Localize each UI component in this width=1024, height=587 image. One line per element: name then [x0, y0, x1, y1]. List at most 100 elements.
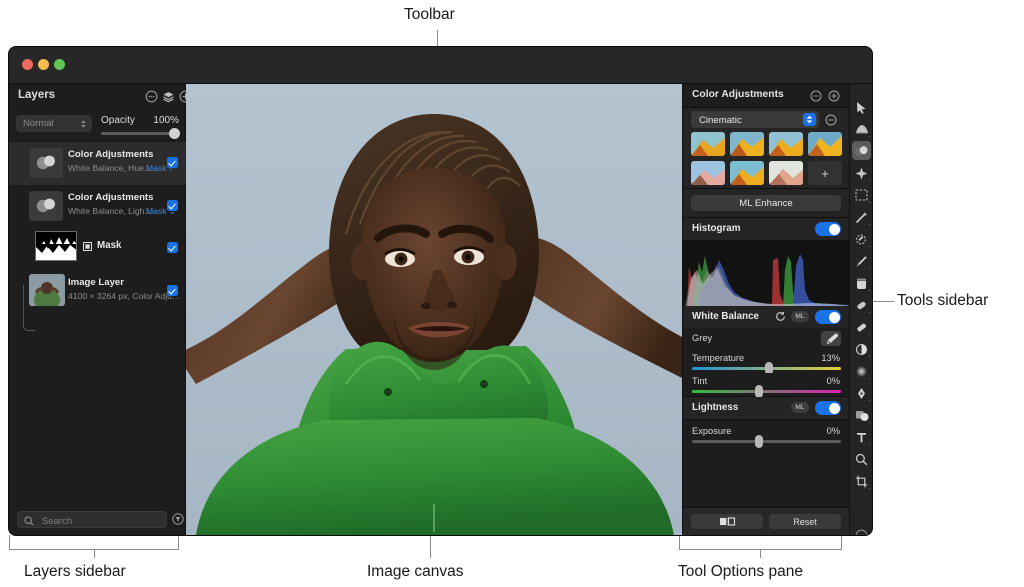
- filter-circle-icon[interactable]: [172, 513, 184, 525]
- retouch-tool[interactable]: [850, 118, 872, 140]
- preset-select[interactable]: Cinematic: [691, 111, 819, 128]
- ml-enhance-button[interactable]: ML Enhance: [691, 195, 841, 211]
- zoom-tool[interactable]: [850, 448, 872, 470]
- stepper-icon[interactable]: [80, 119, 87, 129]
- search-icon: [24, 516, 34, 526]
- exposure-slider-block: Exposure 0%: [683, 420, 849, 446]
- temperature-value: 13%: [821, 353, 840, 363]
- stack-icon[interactable]: [162, 90, 175, 103]
- color-adjustments-icon: [36, 154, 57, 172]
- ellipsis-circle-icon[interactable]: [145, 90, 158, 103]
- app-window: – + Jayden: [9, 47, 872, 535]
- effects-star-tool[interactable]: [850, 162, 872, 184]
- layer-row-image[interactable]: Image Layer 4100 × 3264 px, Color Adju…: [9, 268, 186, 314]
- opacity-slider-knob[interactable]: [169, 128, 180, 139]
- marquee-select-tool[interactable]: [850, 184, 872, 206]
- preset-thumbnail[interactable]: [769, 132, 803, 156]
- tool-badge-dot: [869, 378, 871, 380]
- leader-toolbar: [437, 30, 438, 47]
- lightness-ml-badge[interactable]: ML: [791, 402, 809, 413]
- histogram-display: [683, 240, 849, 306]
- layer-row-color-adjustments-2[interactable]: Color Adjustments White Balance, Ligh… M…: [9, 185, 186, 228]
- layers-list: Color Adjustments White Balance, Hue… Ma…: [9, 142, 186, 314]
- layer-subtitle: White Balance, Hue…: [68, 163, 153, 173]
- image-canvas[interactable]: [186, 84, 682, 535]
- layer-row-color-adjustments-1[interactable]: Color Adjustments White Balance, Hue… Ma…: [9, 142, 186, 185]
- leader-canvas: [430, 536, 431, 558]
- annotation-toolbar: Toolbar: [404, 6, 455, 24]
- histogram-toggle[interactable]: [815, 222, 841, 236]
- crop-tool[interactable]: [850, 470, 872, 492]
- opacity-label: Opacity: [101, 115, 135, 126]
- compare-split-button[interactable]: [691, 514, 763, 529]
- search-input[interactable]: Search: [17, 511, 167, 528]
- layer-thumbnail: [29, 148, 63, 178]
- brush-tool[interactable]: [850, 250, 872, 272]
- tool-badge-dot: [869, 202, 871, 204]
- arrow-select-tool[interactable]: [850, 96, 872, 118]
- reset-circle-icon[interactable]: [775, 311, 786, 322]
- exposure-label: Exposure: [692, 426, 731, 436]
- ml-enhance-section: ML Enhance: [683, 189, 849, 217]
- dodge-burn-tool[interactable]: [850, 338, 872, 360]
- eyedropper-button[interactable]: [821, 331, 841, 346]
- text-tool[interactable]: [850, 426, 872, 448]
- preset-select-row: Cinematic: [683, 108, 849, 132]
- annotation-image-canvas: Image canvas: [367, 563, 464, 581]
- histogram-label: Histogram: [692, 223, 740, 234]
- layer-row-mask[interactable]: Mask: [9, 228, 186, 268]
- add-circle-icon[interactable]: [828, 90, 840, 102]
- preset-thumbnail[interactable]: [769, 161, 803, 185]
- ellipsis-circle-icon[interactable]: [810, 90, 822, 102]
- more-tools-icon[interactable]: [850, 524, 872, 535]
- quick-selection-tool[interactable]: [850, 228, 872, 250]
- mask-visibility-checkbox[interactable]: [167, 242, 178, 253]
- white-balance-label: White Balance: [692, 311, 759, 322]
- layers-panel-header: Layers: [9, 84, 186, 110]
- temperature-label: Temperature: [692, 353, 744, 363]
- preset-thumbnail[interactable]: [730, 132, 764, 156]
- layer-visibility-checkbox[interactable]: [167, 200, 178, 211]
- minus-circle-icon[interactable]: [825, 114, 837, 126]
- preset-thumbnail[interactable]: [691, 132, 725, 156]
- white-balance-toggle[interactable]: [815, 310, 841, 324]
- exposure-slider-knob[interactable]: [755, 435, 763, 448]
- color-adjustments-tool[interactable]: [850, 140, 872, 162]
- layers-panel-title: Layers: [18, 89, 55, 101]
- magic-wand-tool[interactable]: [850, 206, 872, 228]
- tint-slider-track[interactable]: [692, 390, 841, 393]
- color-adjustments-icon: [36, 197, 57, 215]
- opacity-slider-track[interactable]: [101, 132, 179, 135]
- layer-visibility-checkbox[interactable]: [167, 285, 178, 296]
- shape-tool[interactable]: [850, 404, 872, 426]
- preset-thumbnail[interactable]: [730, 161, 764, 185]
- white-balance-ml-badge[interactable]: ML: [791, 311, 809, 322]
- stepper-icon[interactable]: [803, 113, 816, 126]
- reset-button[interactable]: Reset: [769, 514, 841, 529]
- fill-bucket-tool[interactable]: [850, 272, 872, 294]
- preset-thumbnail-grid: +: [691, 132, 842, 185]
- layer-visibility-checkbox[interactable]: [167, 157, 178, 168]
- minimize-button[interactable]: [38, 59, 49, 70]
- add-preset-button[interactable]: +: [808, 161, 842, 185]
- eraser-tool[interactable]: [850, 316, 872, 338]
- leader-tp-stem: [760, 549, 761, 558]
- preset-thumbnail[interactable]: [691, 161, 725, 185]
- tool-badge-dot: [869, 224, 871, 226]
- pen-tool[interactable]: [850, 382, 872, 404]
- lightness-toggle[interactable]: [815, 401, 841, 415]
- histogram-row-header: Histogram: [683, 218, 849, 240]
- tool-badge-dot: [869, 356, 871, 358]
- blur-tool[interactable]: [850, 360, 872, 382]
- maximize-button[interactable]: [54, 59, 65, 70]
- exposure-slider-track[interactable]: [692, 440, 841, 443]
- preset-thumbnail[interactable]: [808, 132, 842, 156]
- grey-picker-row: Grey: [683, 328, 849, 350]
- tool-badge-dot: [869, 488, 871, 490]
- clone-stamp-tool[interactable]: [850, 294, 872, 316]
- blend-mode-select[interactable]: Normal: [16, 115, 92, 132]
- blend-opacity-row: Normal Opacity 100%: [9, 110, 186, 140]
- close-button[interactable]: [22, 59, 33, 70]
- tint-slider-block: Tint 0%: [683, 373, 849, 396]
- tool-badge-dot: [869, 312, 871, 314]
